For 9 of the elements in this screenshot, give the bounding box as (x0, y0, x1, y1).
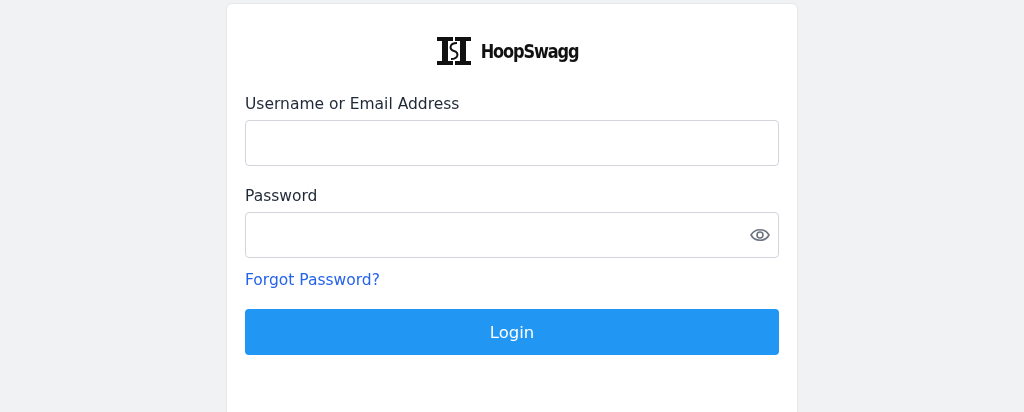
forgot-password-link[interactable]: Forgot Password? (245, 271, 380, 289)
brand-name: HoopSwagg (480, 40, 579, 62)
eye-icon[interactable] (750, 228, 770, 242)
field-label: Password (245, 187, 319, 205)
logo-mark-icon (436, 37, 471, 65)
password-field[interactable] (245, 212, 779, 258)
field-label: Username or Email Address (245, 95, 461, 113)
username-field[interactable] (245, 120, 779, 166)
login-button[interactable]: Login (245, 309, 779, 355)
